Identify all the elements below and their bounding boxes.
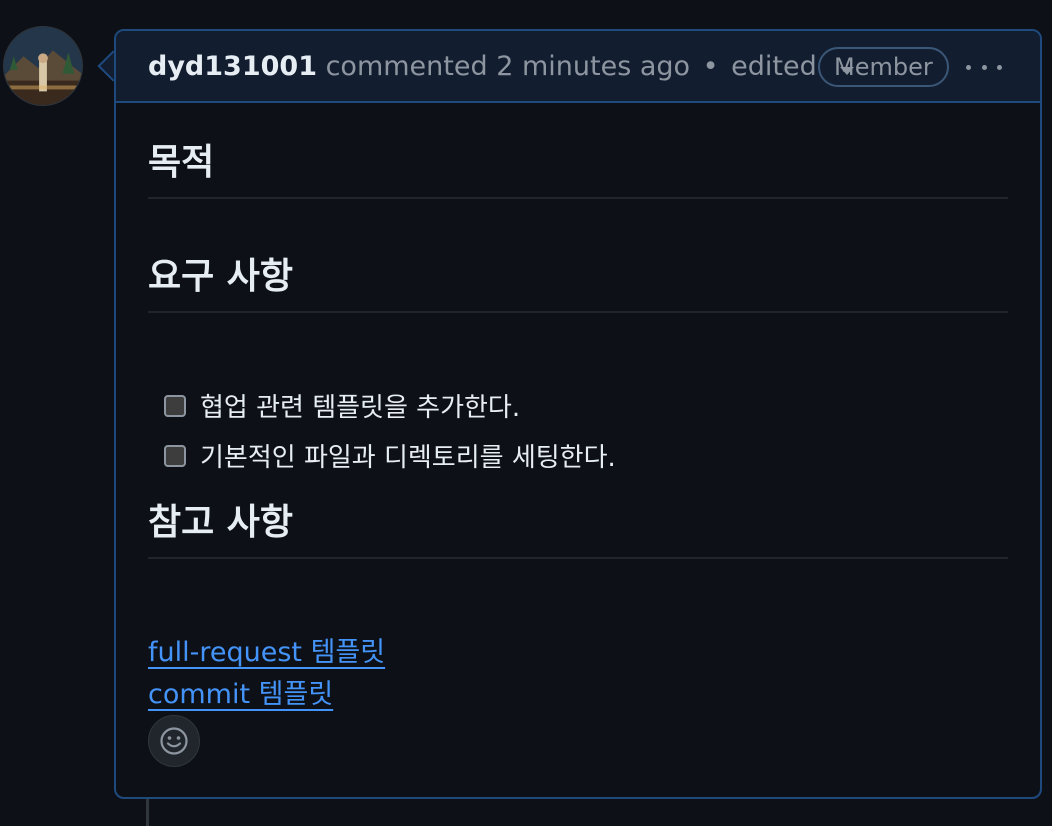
heading-requirements: 요구 사항 <box>148 253 1008 313</box>
kebab-dot <box>966 64 971 70</box>
comment-header: dyd131001 commented 2 minutes ago • edit… <box>116 31 1040 103</box>
author-link[interactable]: dyd131001 <box>148 51 317 82</box>
kebab-horizontal-icon[interactable] <box>966 55 1002 79</box>
edited-label[interactable]: edited <box>731 51 817 82</box>
add-reaction-button[interactable] <box>148 715 200 767</box>
kebab-dot <box>997 64 1002 70</box>
avatar-photo <box>4 27 82 105</box>
member-badge: Member <box>818 47 949 87</box>
timeline-line <box>146 796 149 826</box>
author-avatar[interactable] <box>3 26 83 106</box>
comment-action: commented <box>325 51 488 82</box>
heading-purpose: 목적 <box>148 139 1008 199</box>
task-label: 협업 관련 템플릿을 추가한다. <box>200 393 521 423</box>
task-checkbox[interactable] <box>164 444 186 467</box>
task-list-item: 기본적인 파일과 디렉토리를 세팅한다. <box>164 437 616 474</box>
smiley-icon <box>160 727 188 755</box>
heading-references: 참고 사항 <box>148 499 1008 559</box>
kebab-dot <box>981 64 987 70</box>
reference-link-full-request[interactable]: full-request 템플릿 <box>148 630 385 669</box>
comment-card: dyd131001 commented 2 minutes ago • edit… <box>114 29 1042 799</box>
comment-time[interactable]: 2 minutes ago <box>496 51 690 82</box>
meta-separator: • <box>702 51 719 82</box>
comment-meta: dyd131001 commented 2 minutes ago • edit… <box>148 49 855 86</box>
reference-link-commit[interactable]: commit 템플릿 <box>148 672 333 711</box>
task-list-item: 협업 관련 템플릿을 추가한다. <box>164 387 520 424</box>
task-label: 기본적인 파일과 디렉토리를 세팅한다. <box>200 443 616 473</box>
task-checkbox[interactable] <box>164 394 186 417</box>
